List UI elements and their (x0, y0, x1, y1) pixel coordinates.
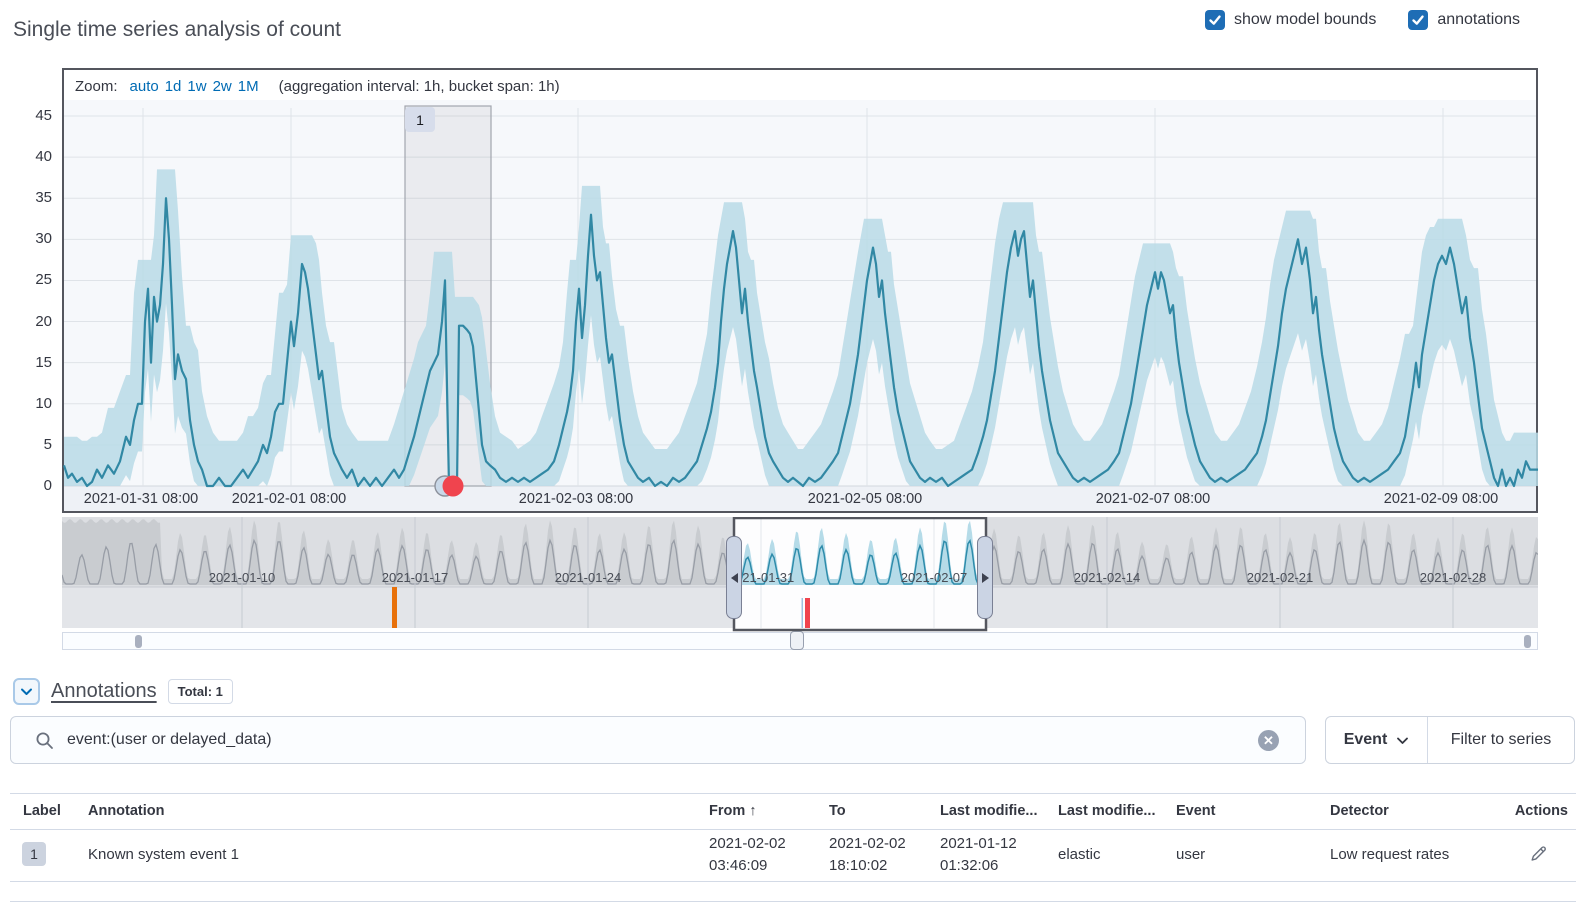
cell-to-date: 2021-02-02 (829, 835, 906, 852)
cell-modified-by: elastic (1058, 846, 1101, 863)
zoom-links: auto 1d 1w 2w 1M (124, 78, 259, 95)
row-label-badge: 1 (22, 842, 46, 866)
y-tick-25: 25 (18, 271, 52, 288)
table-top-border (10, 793, 1576, 794)
scrollbar-pill-left[interactable] (135, 635, 142, 648)
zoom-link-2w[interactable]: 2w (213, 78, 232, 95)
annotations-title[interactable]: Annotations (51, 680, 157, 703)
table-bottom-border (10, 901, 1576, 902)
clear-search-icon[interactable]: ✕ (1258, 730, 1279, 751)
column-header-from[interactable]: From ↑ (709, 803, 757, 819)
edit-annotation-pencil-icon[interactable] (1529, 844, 1548, 863)
chevron-down-icon (1396, 734, 1409, 747)
context-date-label: 2021-01-31 (701, 570, 821, 585)
search-icon (35, 731, 55, 751)
zoom-link-1M[interactable]: 1M (238, 78, 259, 95)
context-date-label: 2021-01-17 (355, 570, 475, 585)
y-tick-35: 35 (18, 189, 52, 206)
context-date-label: 2021-01-10 (182, 570, 302, 585)
caret-left-icon (731, 573, 738, 583)
focus-chart[interactable] (64, 100, 1536, 500)
cell-from-date: 2021-02-02 (709, 835, 786, 852)
zoom-link-1w[interactable]: 1w (187, 78, 206, 95)
annotations-search-box: ✕ (10, 716, 1306, 764)
collapse-annotations-button[interactable] (13, 678, 40, 705)
event-dropdown[interactable]: Event (1326, 717, 1427, 763)
show-model-bounds-checkbox[interactable]: show model bounds (1205, 10, 1376, 30)
annotation-region-badge[interactable]: 1 (405, 107, 435, 132)
y-tick-5: 5 (18, 436, 52, 453)
column-header-label: Label (23, 803, 61, 819)
filter-to-series-button[interactable]: Filter to series (1427, 717, 1574, 763)
annotations-header: Annotations Total: 1 (13, 678, 233, 705)
context-date-label: 2021-02-21 (1220, 570, 1340, 585)
column-header-detector[interactable]: Detector (1330, 803, 1389, 819)
show-model-bounds-label: show model bounds (1234, 11, 1376, 29)
brush-handle-left[interactable] (726, 536, 742, 619)
zoom-prefix: Zoom: (75, 78, 118, 95)
cell-modified-date: 2021-01-12 (940, 835, 1017, 852)
single-metric-viewer: Single time series analysis of count sho… (0, 0, 1586, 904)
cell-event: user (1176, 846, 1205, 863)
column-header-annotation: Annotation (88, 803, 165, 819)
sort-ascending-icon: ↑ (745, 803, 756, 819)
y-tick-10: 10 (18, 395, 52, 412)
context-annotation-red[interactable] (805, 598, 810, 628)
zoom-controls: Zoom: auto 1d 1w 2w 1M (aggregation interval… (75, 78, 560, 95)
context-date-label: 2021-01-24 (528, 570, 648, 585)
cell-modified-time: 01:32:06 (940, 857, 998, 874)
caret-right-icon (982, 573, 989, 583)
y-tick-20: 20 (18, 313, 52, 330)
chart-options: show model bounds annotations (1205, 10, 1520, 30)
annotations-label: annotations (1437, 11, 1520, 29)
zoom-link-auto[interactable]: auto (130, 78, 159, 95)
annotations-filter-controls: Event Filter to series (1325, 716, 1575, 764)
page-title: Single time series analysis of count (13, 18, 341, 42)
column-header-actions: Actions (1515, 803, 1568, 819)
scrollbar-drag-handle[interactable] (790, 631, 804, 650)
cell-annotation: Known system event 1 (88, 846, 239, 863)
checkbox-checked-icon[interactable] (1205, 10, 1225, 30)
cell-from-time: 03:46:09 (709, 857, 767, 874)
brush-handle-right[interactable] (977, 536, 993, 619)
annotations-checkbox[interactable]: annotations (1408, 10, 1520, 30)
table-row-border (10, 881, 1576, 882)
y-tick-40: 40 (18, 148, 52, 165)
event-dropdown-label: Event (1344, 731, 1388, 749)
context-date-label: 2021-02-28 (1393, 570, 1513, 585)
aggregation-interval-text: (aggregation interval: 1h, bucket span: … (279, 78, 560, 95)
zoom-link-1d[interactable]: 1d (165, 78, 182, 95)
column-header-to[interactable]: To (829, 803, 846, 819)
column-header-event[interactable]: Event (1176, 803, 1216, 819)
y-tick-30: 30 (18, 230, 52, 247)
checkbox-checked-icon[interactable] (1408, 10, 1428, 30)
cell-detector: Low request rates (1330, 846, 1449, 863)
annotations-total-badge: Total: 1 (168, 679, 233, 704)
search-input[interactable] (67, 718, 1247, 762)
context-date-label: 2021-02-07 (874, 570, 994, 585)
y-tick-0: 0 (18, 477, 52, 494)
cell-to-time: 18:10:02 (829, 857, 887, 874)
context-date-label: 2021-02-14 (1047, 570, 1167, 585)
timeline-scrollbar[interactable] (62, 632, 1538, 650)
y-tick-15: 15 (18, 354, 52, 371)
column-header-last-modifie-[interactable]: Last modifie... (1058, 803, 1156, 819)
column-header-last-modifie-[interactable]: Last modifie... (940, 803, 1038, 819)
table-header-border (10, 829, 1576, 830)
scrollbar-pill-right[interactable] (1524, 635, 1531, 648)
y-tick-45: 45 (18, 107, 52, 124)
anomaly-marker[interactable] (443, 476, 464, 497)
context-annotation-orange[interactable] (392, 587, 397, 628)
